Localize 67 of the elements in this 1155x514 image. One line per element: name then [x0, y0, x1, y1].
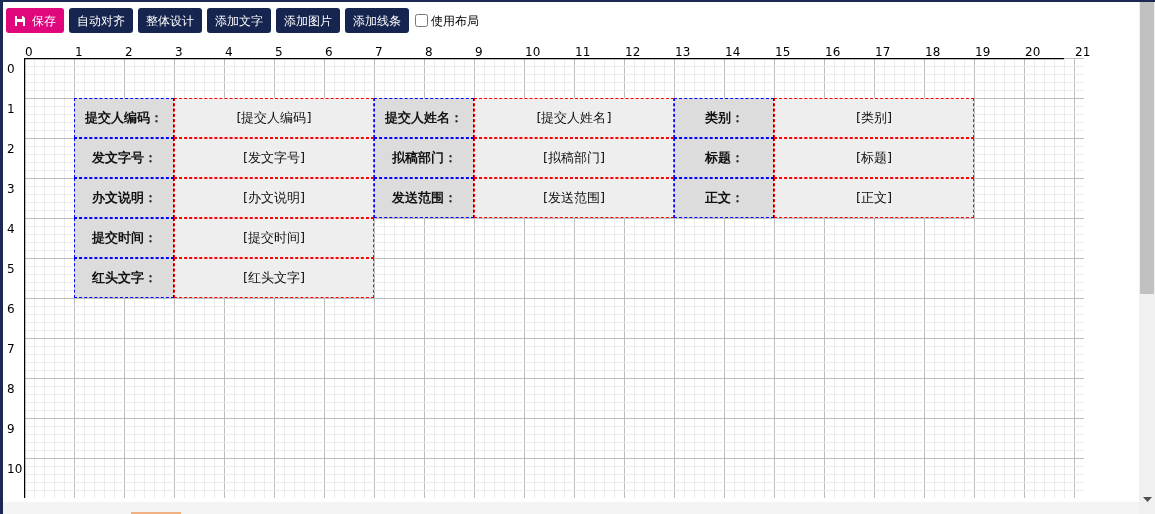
scrollbar-thumb[interactable] — [1140, 2, 1154, 294]
ruler-label: 3 — [7, 183, 15, 195]
ruler-label: 19 — [975, 46, 991, 58]
ruler-label: 9 — [475, 46, 483, 58]
ruler-label: 21 — [1075, 46, 1091, 58]
save-button[interactable]: 保存 — [6, 8, 64, 33]
ruler-label: 0 — [25, 46, 33, 58]
ruler-label: 12 — [625, 46, 641, 58]
ruler-label: 1 — [7, 103, 15, 115]
toolbar-button[interactable]: 添加文字 — [207, 8, 271, 33]
ruler-label: 16 — [825, 46, 841, 58]
field-label: 提交人姓名： — [374, 98, 474, 138]
ruler-label: 10 — [7, 463, 23, 475]
ruler-label: 8 — [425, 46, 433, 58]
ruler-label: 17 — [875, 46, 891, 58]
toolbar-button[interactable]: 自动对齐 — [69, 8, 133, 33]
ruler-label: 7 — [375, 46, 383, 58]
field-value: [发文字号] — [174, 138, 374, 178]
field-label: 提交时间： — [74, 218, 174, 258]
field-label: 发送范围： — [374, 178, 474, 218]
field-value: [标题] — [774, 138, 974, 178]
field-label: 办文说明： — [74, 178, 174, 218]
field-label: 标题： — [674, 138, 774, 178]
ruler-label: 3 — [175, 46, 183, 58]
ruler-label: 10 — [525, 46, 541, 58]
ruler-label: 6 — [325, 46, 333, 58]
field-value: [发送范围] — [474, 178, 674, 218]
field-label: 发文字号： — [74, 138, 174, 178]
scrollbar-thumb[interactable] — [131, 512, 181, 514]
field-value: [拟稿部门] — [474, 138, 674, 178]
field-value: [提交时间] — [174, 218, 374, 258]
ruler-label: 8 — [7, 383, 15, 395]
toolbar-button[interactable]: 整体设计 — [138, 8, 202, 33]
field-label: 提交人编码： — [74, 98, 174, 138]
checkbox-label: 使用布局 — [431, 12, 479, 30]
field-label: 正文： — [674, 178, 774, 218]
ruler-label: 13 — [675, 46, 691, 58]
field-value: [办文说明] — [174, 178, 374, 218]
ruler-label: 0 — [7, 63, 15, 75]
field-value: [提交人编码] — [174, 98, 374, 138]
ruler-label: 2 — [7, 143, 15, 155]
layout-checkbox[interactable] — [415, 14, 428, 27]
ruler-label: 5 — [7, 263, 15, 275]
ruler-label: 14 — [725, 46, 741, 58]
ruler-label: 5 — [275, 46, 283, 58]
toolbar-button[interactable]: 添加图片 — [276, 8, 340, 33]
ruler-label: 9 — [7, 423, 15, 435]
field-label: 类别： — [674, 98, 774, 138]
ruler-label: 18 — [925, 46, 941, 58]
toolbar-button[interactable]: 添加线条 — [345, 8, 409, 33]
field-label: 红头文字： — [74, 258, 174, 298]
ruler-label: 7 — [7, 343, 15, 355]
ruler-label: 15 — [775, 46, 791, 58]
caret-down-icon[interactable] — [1142, 497, 1152, 502]
field-value: [类别] — [774, 98, 974, 138]
field-label: 拟稿部门： — [374, 138, 474, 178]
ruler-label: 6 — [7, 303, 15, 315]
field-value: [提交人姓名] — [474, 98, 674, 138]
ruler-label: 4 — [225, 46, 233, 58]
ruler-label: 1 — [75, 46, 83, 58]
ruler-label: 20 — [1025, 46, 1041, 58]
field-value: [红头文字] — [174, 258, 374, 298]
ruler-label: 11 — [575, 46, 591, 58]
ruler-label: 4 — [7, 223, 15, 235]
ruler-label: 2 — [125, 46, 133, 58]
field-value: [正文] — [774, 178, 974, 218]
save-icon — [14, 14, 26, 27]
